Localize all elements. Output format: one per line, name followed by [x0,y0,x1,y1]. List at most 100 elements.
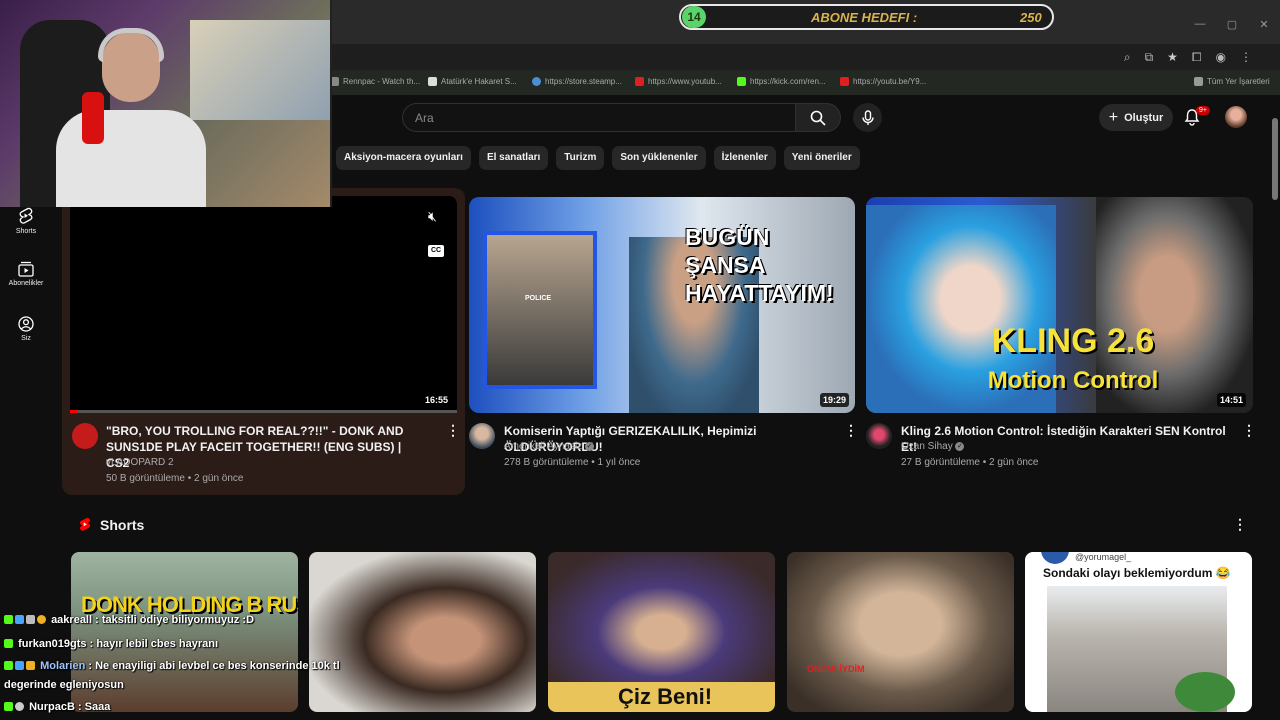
channel-name[interactable]: Amerikali Aynasiz ✓ [504,439,594,455]
chat-message-continued: degerinde egleniyosun [4,679,124,691]
bookmark-item[interactable]: https://kick.com/ren... [737,77,826,86]
shorts-more-icon[interactable]: ⋮ [1233,516,1247,533]
thumbnail-caption: BUGÜN ŞANSA HAYATTAYIM! [685,223,855,307]
microphone-image [82,92,104,144]
short-card[interactable]: Çiz Beni! [548,552,775,712]
chat-message: Molarien : Ne enayiligi abi levbel ce be… [4,660,340,672]
hoodie-image [56,110,206,207]
voice-search-button[interactable] [853,103,882,132]
short-caption: Sondaki olayı beklemiyordum 😂 [1043,566,1231,580]
short-card[interactable]: @yorumagel_ Sondaki olayı beklemiyordum … [1025,552,1252,712]
shelf-image [190,20,330,120]
goal-label: ABONE HEDEFI : [811,10,918,25]
nav-label: Abonelikler [8,280,44,287]
kick-badge-icon [4,615,13,624]
close-icon[interactable]: ✕ [1248,18,1280,31]
chat-username: Molarien [40,660,86,672]
bookmark-item[interactable]: https://youtu.be/Y9... [840,77,926,86]
nav-you[interactable]: Siz [0,316,52,342]
channel-name-text: Ozan Sihay [901,441,953,452]
chat-message: aakreall : taksitli ödiye biliyormuyuz :… [4,614,254,626]
install-icon[interactable]: ⧉ [1145,50,1154,65]
zoom-icon[interactable]: ⌕ [1124,50,1131,65]
nav-subscriptions[interactable]: Abonelikler [0,261,52,287]
video-meta: 27 B görüntüleme • 2 gün önce [901,457,1039,468]
video-duration: 14:51 [1217,393,1247,407]
account-avatar[interactable] [1225,106,1247,128]
video-thumbnail[interactable]: POLICE BUGÜN ŞANSA HAYATTAYIM! [469,197,855,413]
chat-text: : taksitli ödiye biliyormuyuz :D [95,614,255,626]
maximize-icon[interactable]: ▢ [1216,18,1248,31]
chat-message: NurpacB : Saaa [4,701,110,713]
kick-favicon-icon [737,77,746,86]
plus-icon: + [1108,108,1119,126]
short-card[interactable] [309,552,536,712]
verified-icon: ✓ [584,441,594,451]
channel-avatar[interactable] [469,423,495,449]
bookmark-star-icon[interactable]: ★ [1167,50,1178,65]
short-card[interactable]: ÖNEMLİYDİM [787,552,1014,712]
you-icon [18,316,34,332]
create-label: Oluştur [1124,111,1164,124]
more-options-icon[interactable]: ⋮ [446,422,460,439]
webcam-overlay [0,0,332,207]
notification-count-badge: 9+ [1196,106,1210,115]
thumbnail-caption-line: HAYATTAYIM! [685,280,834,306]
create-button[interactable]: + Oluştur [1099,104,1173,131]
captions-icon[interactable]: CC [428,245,444,257]
thumbnail-caption: KLING 2.6 Motion Control [978,323,1168,399]
goal-level-badge: 14 [682,6,706,28]
chat-message: furkan019gts : hayır lebil cbes hayranı [4,638,218,650]
minimize-icon[interactable]: — [1184,18,1216,31]
chip-action-adventure[interactable]: Aksiyon-macera oyunları [336,146,471,170]
category-chips: Aksiyon-macera oyunları El sanatları Tur… [336,146,860,170]
thumbnail-caption-line: KLING 2.6 [991,322,1155,360]
video-thumbnail[interactable] [70,196,457,413]
extensions-icon[interactable]: ⧠ [1192,50,1202,65]
menu-icon[interactable]: ⋮ [1240,50,1252,65]
short-handle: @yorumagel_ [1075,552,1132,562]
shorts-heading: Shorts [100,516,145,533]
badge-icon [15,615,24,624]
more-options-icon[interactable]: ⋮ [844,422,858,439]
badge-icon [26,615,35,624]
nav-label: Siz [21,335,31,342]
bookmark-item[interactable]: Atatürk'e Hakaret S... [428,77,517,86]
nav-shorts[interactable]: Shorts [0,207,52,235]
chat-username: furkan019gts [18,638,87,650]
kick-badge-icon [4,661,13,670]
bookmark-item[interactable]: Rennpac - Watch th... [330,77,420,86]
chip-tourism[interactable]: Turizm [556,146,605,170]
profile-icon[interactable]: ◉ [1216,50,1226,65]
chip-watched[interactable]: İzlenenler [713,146,776,170]
chip-crafts[interactable]: El sanatları [478,146,549,170]
short-caption: Çiz Beni! [618,684,713,709]
channel-name[interactable]: vLADOPARD 2 [106,455,174,471]
steam-icon [532,77,541,86]
mute-icon[interactable]: 🔇︎ [428,208,437,225]
video-duration: 16:55 [422,393,452,407]
short-caption: ÖNEMLİYDİM [807,664,865,674]
more-options-icon[interactable]: ⋮ [1242,422,1256,439]
police-badge: POLICE [525,295,552,302]
microphone-icon [861,109,874,125]
channel-name-text: Amerikali Aynasiz [504,441,583,452]
all-bookmarks[interactable]: Tüm Yer İşaretleri [1194,77,1270,86]
bookmark-item[interactable]: https://store.steamp... [532,77,622,86]
thumbnail-caption-line: Motion Control [987,367,1159,394]
channel-avatar[interactable] [866,423,892,449]
chip-recently-uploaded[interactable]: Son yüklenenler [612,146,706,170]
chat-text: : hayır lebil cbes hayranı [89,638,218,650]
badge-icon [15,661,24,670]
chip-new-to-you[interactable]: Yeni öneriler [783,146,860,170]
channel-name[interactable]: Ozan Sihay ✓ [901,439,965,455]
video-thumbnail[interactable]: KLING 2.6 Motion Control [866,197,1253,413]
verified-icon: ✓ [955,441,965,451]
scrollbar-thumb[interactable] [1272,118,1278,200]
video-meta: 278 B görüntüleme • 1 yıl önce [504,457,641,468]
search-input[interactable] [402,103,795,132]
nav-label: Shorts [15,228,37,235]
search-button[interactable] [795,103,841,132]
channel-avatar[interactable] [72,423,98,449]
bookmark-item[interactable]: https://www.youtub... [635,77,722,86]
